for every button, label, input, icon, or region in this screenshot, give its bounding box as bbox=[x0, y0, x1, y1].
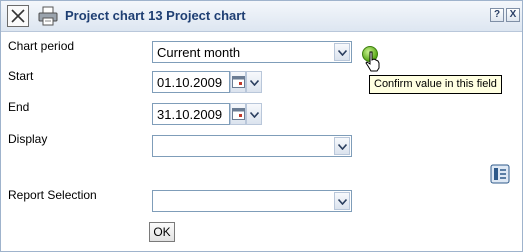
start-label: Start bbox=[8, 69, 34, 83]
start-date-value: 01.10.2009 bbox=[157, 75, 223, 90]
report-selection-select[interactable] bbox=[152, 190, 352, 212]
display-dropdown-button[interactable] bbox=[334, 137, 350, 155]
title-bar: Project chart 13 Project chart ? X bbox=[1, 1, 522, 32]
display-label: Display bbox=[8, 132, 48, 146]
print-icon bbox=[38, 6, 58, 26]
print-button[interactable] bbox=[37, 5, 59, 27]
ok-button[interactable]: OK bbox=[149, 222, 175, 242]
close-icon bbox=[11, 9, 25, 23]
help-icon: ? bbox=[493, 9, 501, 20]
report-selection-label: Report Selection bbox=[8, 188, 97, 202]
calendar-icon bbox=[232, 108, 245, 120]
chart-period-select[interactable]: Current month bbox=[152, 41, 352, 63]
start-calendar-button[interactable] bbox=[230, 71, 246, 93]
end-calendar-button[interactable] bbox=[230, 103, 246, 125]
chevron-down-icon bbox=[338, 199, 347, 205]
display-select[interactable] bbox=[152, 135, 352, 157]
confirm-tooltip: Confirm value in this field bbox=[369, 75, 502, 94]
chevron-down-icon bbox=[338, 50, 347, 56]
start-date-input[interactable]: 01.10.2009 bbox=[152, 71, 230, 93]
hand-cursor-icon bbox=[365, 51, 380, 72]
close-window-button[interactable]: X bbox=[506, 8, 520, 22]
end-date-input[interactable]: 31.10.2009 bbox=[152, 103, 230, 125]
close-button[interactable] bbox=[7, 5, 29, 27]
close-window-icon: X bbox=[509, 9, 517, 20]
help-button[interactable]: ? bbox=[490, 8, 504, 22]
end-label: End bbox=[8, 100, 30, 114]
chart-period-label: Chart period bbox=[8, 39, 75, 53]
calendar-icon bbox=[232, 76, 245, 88]
end-date-value: 31.10.2009 bbox=[157, 107, 223, 122]
report-selection-dropdown-button[interactable] bbox=[334, 192, 350, 210]
start-dropdown-button[interactable] bbox=[246, 71, 262, 93]
chevron-down-icon bbox=[250, 112, 259, 118]
end-dropdown-button[interactable] bbox=[246, 103, 262, 125]
report-icon[interactable] bbox=[490, 164, 510, 184]
chevron-down-icon bbox=[250, 80, 259, 86]
window-title: Project chart 13 Project chart bbox=[65, 8, 246, 23]
chevron-down-icon bbox=[338, 144, 347, 150]
chart-period-dropdown-button[interactable] bbox=[334, 43, 350, 61]
dialog-window: Project chart 13 Project chart ? X Chart… bbox=[0, 0, 523, 252]
chart-period-value: Current month bbox=[157, 45, 241, 60]
